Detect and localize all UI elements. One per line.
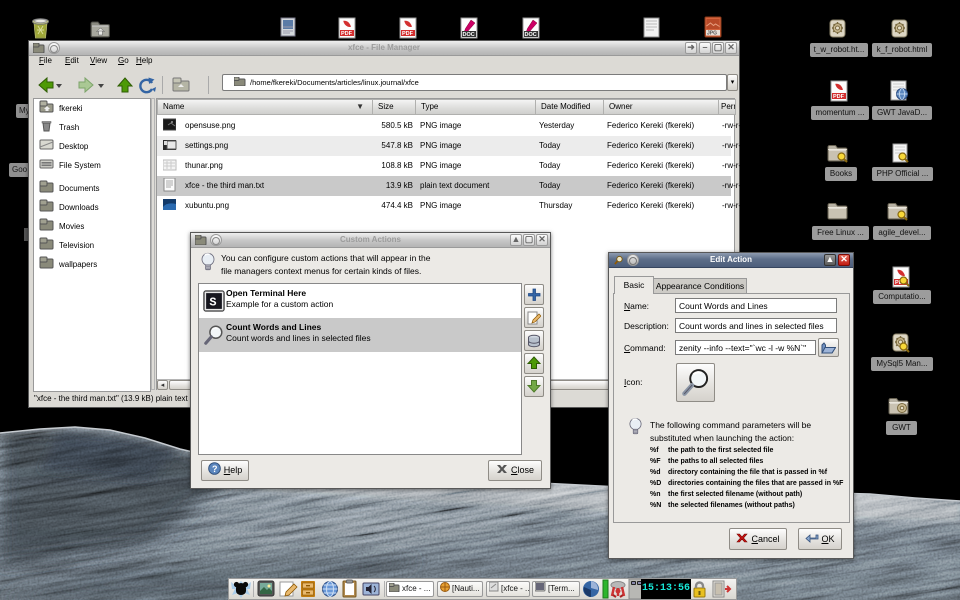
svg-text:JPG: JPG	[707, 31, 717, 37]
svg-text:?: ?	[212, 464, 218, 474]
svg-text:S: S	[209, 296, 216, 310]
